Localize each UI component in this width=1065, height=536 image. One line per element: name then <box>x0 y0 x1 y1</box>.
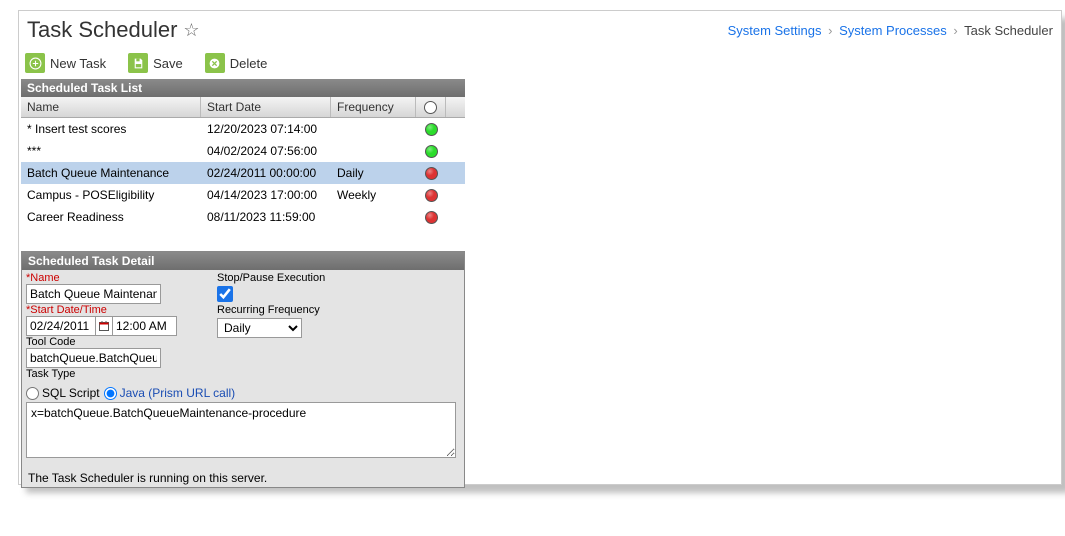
label-recurring-frequency: Recurring Frequency <box>217 304 325 316</box>
cell-status <box>416 145 446 158</box>
save-icon <box>128 53 148 73</box>
new-task-label: New Task <box>50 56 106 71</box>
cell-date: 12/20/2023 07:14:00 <box>201 122 331 136</box>
cell-date: 09/25/2023 19:30:00 <box>201 232 331 233</box>
radio-sql-script-input[interactable] <box>26 387 39 400</box>
calendar-icon <box>98 320 110 332</box>
table-row[interactable]: CensusSync 09/25/2023 19:30:00 Weekly <box>21 228 465 233</box>
status-dot-icon <box>425 211 438 224</box>
cell-name: Campus - POSEligibility <box>21 188 201 202</box>
cell-date: 04/02/2024 07:56:00 <box>201 144 331 158</box>
table-row[interactable]: Campus - POSEligibility 04/14/2023 17:00… <box>21 184 465 206</box>
cell-status <box>416 167 446 180</box>
page-title: Task Scheduler <box>27 17 177 43</box>
delete-icon <box>205 53 225 73</box>
new-task-button[interactable]: New Task <box>25 53 106 73</box>
label-name: *Name <box>26 272 177 284</box>
table-row[interactable]: Batch Queue Maintenance 02/24/2011 00:00… <box>21 162 465 184</box>
detail-panel-title: Scheduled Task Detail <box>22 252 464 270</box>
cell-name: *** <box>21 144 201 158</box>
cell-name: Batch Queue Maintenance <box>21 166 201 180</box>
status-dot-icon <box>425 189 438 202</box>
name-input[interactable] <box>26 284 161 304</box>
cell-status <box>416 233 446 234</box>
radio-sql-script[interactable]: SQL Script <box>26 386 100 400</box>
radio-java-input[interactable] <box>104 387 117 400</box>
favorite-star-icon[interactable]: ☆ <box>183 20 199 41</box>
cell-date: 08/11/2023 11:59:00 <box>201 210 331 224</box>
breadcrumb: System Settings › System Processes › Tas… <box>728 23 1053 38</box>
delete-button[interactable]: Delete <box>205 53 268 73</box>
calendar-button[interactable] <box>95 316 113 336</box>
radio-sql-script-label: SQL Script <box>42 386 100 400</box>
label-task-type: Task Type <box>26 368 177 380</box>
label-tool-code: Tool Code <box>26 336 177 348</box>
breadcrumb-system-settings[interactable]: System Settings <box>728 23 822 38</box>
start-date-input[interactable] <box>26 316 96 336</box>
cell-freq: Daily <box>331 166 416 180</box>
stop-pause-checkbox[interactable] <box>217 286 233 302</box>
label-start-date-time: *Start Date/Time <box>26 304 177 316</box>
label-stop-pause: Stop/Pause Execution <box>217 272 325 284</box>
cell-name: CensusSync <box>21 232 201 233</box>
table-row[interactable]: Career Readiness 08/11/2023 11:59:00 <box>21 206 465 228</box>
status-dot-icon <box>425 233 438 234</box>
cell-name: Career Readiness <box>21 210 201 224</box>
save-label: Save <box>153 56 183 71</box>
tool-code-input[interactable] <box>26 348 161 368</box>
status-dot-icon <box>425 145 438 158</box>
cell-status <box>416 211 446 224</box>
status-dot-icon <box>424 101 437 114</box>
chevron-right-icon: › <box>953 23 957 38</box>
status-dot-icon <box>425 123 438 136</box>
cell-name: * Insert test scores <box>21 122 201 136</box>
chevron-right-icon: › <box>828 23 832 38</box>
task-list-scrollable[interactable]: * Insert test scores 12/20/2023 07:14:00… <box>21 118 465 233</box>
script-textarea[interactable] <box>26 402 456 458</box>
status-dot-icon <box>425 167 438 180</box>
breadcrumb-system-processes[interactable]: System Processes <box>839 23 947 38</box>
breadcrumb-current: Task Scheduler <box>964 23 1053 38</box>
start-time-input[interactable] <box>112 316 177 336</box>
cell-status <box>416 189 446 202</box>
radio-java-label: Java (Prism URL call) <box>120 386 236 400</box>
cell-freq: Weekly <box>331 188 416 202</box>
cell-freq: Weekly <box>331 232 416 233</box>
col-header-start-date[interactable]: Start Date <box>201 97 331 117</box>
table-row[interactable]: * Insert test scores 12/20/2023 07:14:00 <box>21 118 465 140</box>
table-row[interactable]: *** 04/02/2024 07:56:00 <box>21 140 465 162</box>
col-header-frequency[interactable]: Frequency <box>331 97 416 117</box>
cell-status <box>416 123 446 136</box>
recurring-frequency-select[interactable]: Daily <box>217 318 302 338</box>
list-panel-title: Scheduled Task List <box>21 79 465 97</box>
radio-java[interactable]: Java (Prism URL call) <box>104 386 236 400</box>
plus-circle-icon <box>25 53 45 73</box>
cell-date: 02/24/2011 00:00:00 <box>201 166 331 180</box>
cell-date: 04/14/2023 17:00:00 <box>201 188 331 202</box>
save-button[interactable]: Save <box>128 53 183 73</box>
col-header-status <box>416 97 446 117</box>
delete-label: Delete <box>230 56 268 71</box>
col-header-name[interactable]: Name <box>21 97 201 117</box>
status-line: The Task Scheduler is running on this se… <box>22 469 464 487</box>
